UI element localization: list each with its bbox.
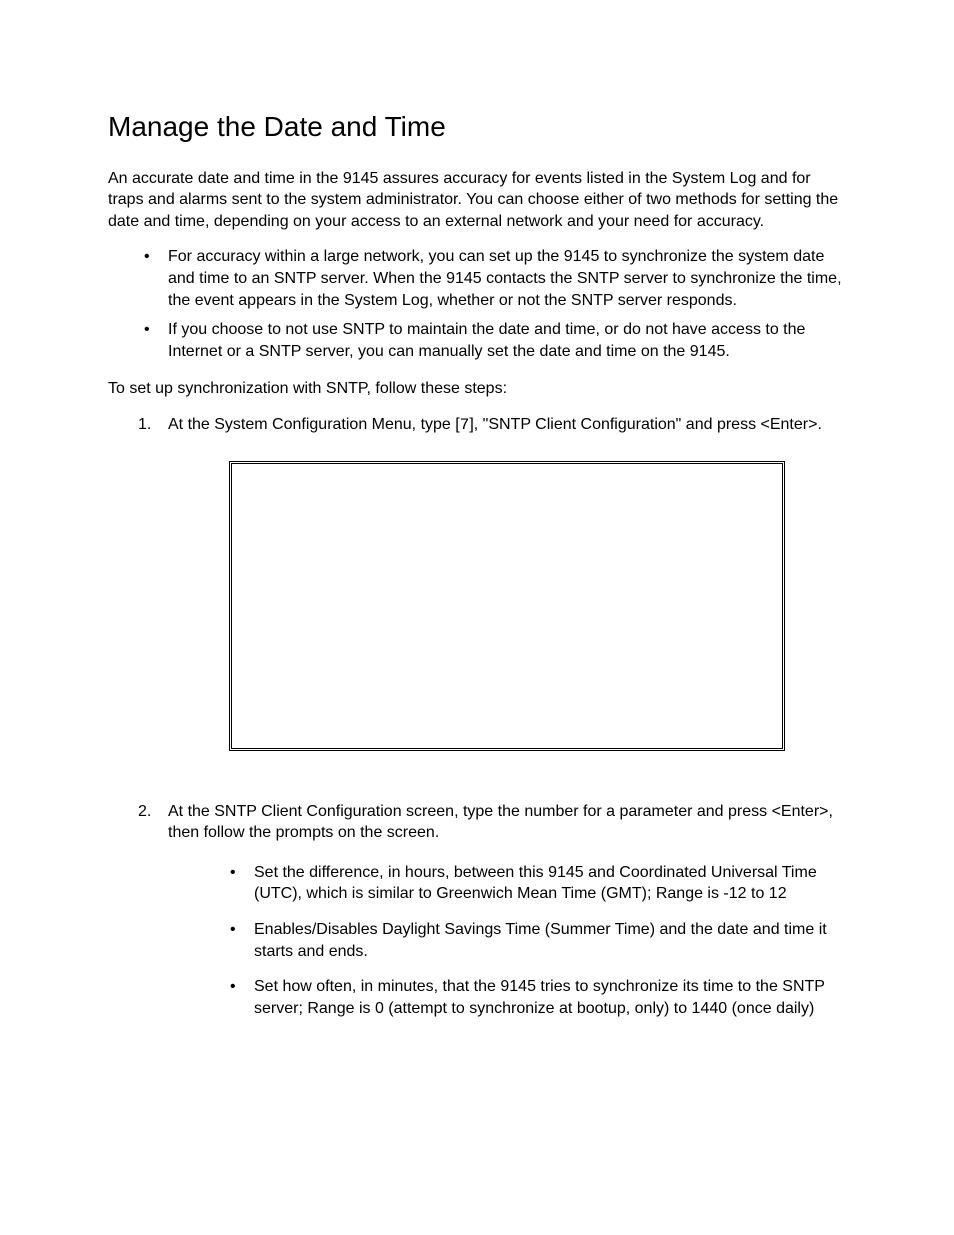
step-1-text-pre: At the System Configuration Menu, type [ (168, 416, 460, 433)
sub-bullet-desc: Set how often, in minutes, that the 9145… (254, 976, 846, 1019)
sub-bullet-item: Enables/Disables Daylight Savings Time (… (168, 919, 846, 962)
step-1-key: 7 (460, 416, 470, 434)
method-bullets: For accuracy within a large network, you… (108, 246, 846, 362)
sub-bullet-desc: Set the difference, in hours, between th… (254, 862, 846, 905)
sub-bullet-item: Set the difference, in hours, between th… (168, 862, 846, 905)
intro-paragraph: An accurate date and time in the 9145 as… (108, 168, 846, 233)
step-2-sub-bullets: Set the difference, in hours, between th… (168, 862, 846, 1020)
screenshot-placeholder (229, 461, 785, 751)
step-2: At the SNTP Client Configuration screen,… (108, 801, 846, 1020)
steps-list: At the System Configuration Menu, type [… (108, 414, 846, 1019)
document-page: Manage the Date and Time An accurate dat… (0, 0, 954, 1235)
sub-bullet-desc: Enables/Disables Daylight Savings Time (… (254, 919, 846, 962)
page-title: Manage the Date and Time (108, 110, 846, 144)
bullet-item: If you choose to not use SNTP to maintai… (108, 319, 846, 362)
step-1: At the System Configuration Menu, type [… (108, 414, 846, 751)
step-2-text: At the SNTP Client Configuration screen,… (168, 803, 833, 842)
bullet-item: For accuracy within a large network, you… (108, 246, 846, 311)
lead-paragraph: To set up synchronization with SNTP, fol… (108, 378, 846, 400)
step-1-text-post: ], "SNTP Client Configuration" and press… (469, 416, 822, 433)
sub-bullet-item: Set how often, in minutes, that the 9145… (168, 976, 846, 1019)
